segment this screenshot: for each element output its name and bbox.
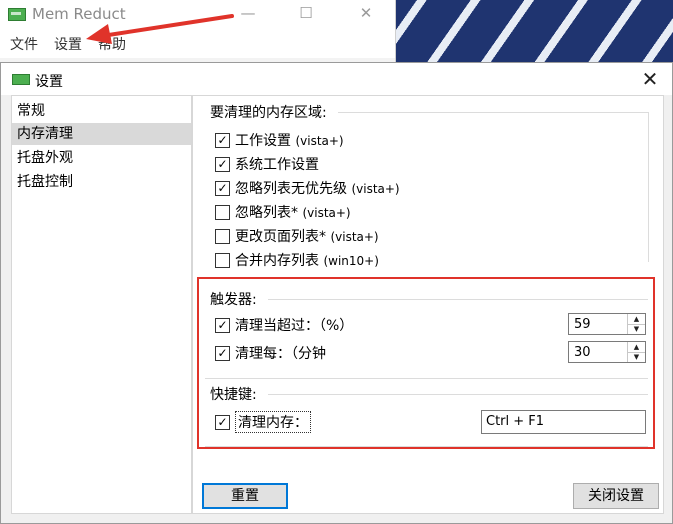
threshold-spinner[interactable]: 59 ▲ ▼: [568, 313, 646, 335]
region-checkbox-working-set[interactable]: ✓ 工作设置 (vista+): [215, 129, 344, 151]
interval-value[interactable]: 30: [574, 345, 591, 360]
region-checkbox-modified-page-list[interactable]: 更改页面列表* (vista+): [215, 225, 379, 247]
threshold-value[interactable]: 59: [574, 317, 591, 332]
spin-down-icon[interactable]: ▼: [628, 352, 645, 362]
nav-item-tray-control[interactable]: 托盘控制: [12, 171, 191, 193]
region-suffix: (win10+): [323, 254, 379, 268]
dialog-title: 设置: [35, 74, 63, 90]
region-label: 忽略列表无优先级: [235, 181, 347, 197]
memory-icon: [12, 74, 30, 85]
settings-content: 要清理的内存区域: ✓ 工作设置 (vista+) ✓ 系统工作设置 ✓ 忽略列…: [192, 95, 664, 514]
nav-item-general[interactable]: 常规: [12, 100, 191, 122]
region-label: 合并内存列表: [235, 253, 319, 269]
dialog-close-icon[interactable]: ✕: [638, 67, 662, 91]
spinner-buttons: ▲ ▼: [627, 314, 645, 334]
settings-nav: 常规 内存清理 托盘外观 托盘控制: [11, 95, 192, 514]
close-button[interactable]: ✕: [356, 4, 376, 22]
hotkeys-bottom-divider: [205, 446, 648, 447]
region-suffix: (vista+): [351, 182, 400, 196]
triggers-bottom-divider: [205, 378, 648, 379]
interval-label: 清理每：（分钟: [235, 346, 326, 362]
checkbox-unchecked-icon[interactable]: [215, 228, 230, 244]
triggers-divider: [268, 299, 648, 300]
maximize-button[interactable]: ☐: [296, 4, 316, 22]
trigger-checkbox-interval[interactable]: ✓ 清理每：（分钟: [215, 342, 326, 364]
hotkey-checkbox-clean[interactable]: ✓ 清理内存：: [215, 411, 311, 433]
interval-spinner[interactable]: 30 ▲ ▼: [568, 341, 646, 363]
region-suffix: (vista+): [295, 134, 344, 148]
checkbox-unchecked-icon[interactable]: [215, 204, 230, 220]
settings-dialog: 设置 ✕ 常规 内存清理 托盘外观 托盘控制 要清理的内存区域: ✓ 工作设置 …: [0, 62, 673, 524]
region-checkbox-combine-memory-lists[interactable]: 合并内存列表 (win10+): [215, 249, 379, 271]
spin-down-icon[interactable]: ▼: [628, 324, 645, 334]
checkbox-checked-icon[interactable]: ✓: [215, 414, 230, 430]
region-suffix: (vista+): [330, 230, 379, 244]
region-checkbox-system-working-set[interactable]: ✓ 系统工作设置: [215, 153, 319, 175]
reset-button[interactable]: 重置: [202, 483, 288, 509]
regions-border: [648, 112, 649, 262]
memory-icon: [8, 8, 26, 21]
annotation-arrow-icon: [86, 14, 234, 44]
region-label: 忽略列表*: [235, 205, 298, 221]
threshold-label: 清理当超过：（%）: [235, 318, 354, 334]
checkbox-checked-icon[interactable]: ✓: [215, 345, 230, 361]
triggers-title: 触发器:: [210, 292, 257, 308]
hotkey-input[interactable]: Ctrl + F1: [481, 410, 646, 434]
checkbox-checked-icon[interactable]: ✓: [215, 317, 230, 333]
region-checkbox-standby-list[interactable]: 忽略列表* (vista+): [215, 201, 351, 223]
close-settings-button[interactable]: 关闭设置: [573, 483, 659, 509]
region-checkbox-standby-no-priority[interactable]: ✓ 忽略列表无优先级 (vista+): [215, 177, 400, 199]
nav-item-tray-appearance[interactable]: 托盘外观: [12, 147, 191, 169]
checkbox-checked-icon[interactable]: ✓: [215, 180, 230, 196]
desktop-background: [395, 0, 673, 62]
regions-divider: [338, 112, 648, 113]
region-label: 系统工作设置: [235, 157, 319, 173]
menu-settings[interactable]: 设置: [54, 34, 82, 54]
checkbox-checked-icon[interactable]: ✓: [215, 156, 230, 172]
nav-item-memory-clean[interactable]: 内存清理: [12, 123, 191, 145]
hotkeys-title: 快捷键:: [210, 387, 257, 403]
spinner-buttons: ▲ ▼: [627, 342, 645, 362]
checkbox-checked-icon[interactable]: ✓: [215, 132, 230, 148]
menu-file[interactable]: 文件: [10, 34, 38, 54]
regions-title: 要清理的内存区域:: [210, 105, 327, 121]
region-label: 更改页面列表*: [235, 229, 326, 245]
hotkeys-divider: [268, 394, 648, 395]
region-suffix: (vista+): [302, 206, 351, 220]
dialog-titlebar: 设置 ✕: [1, 63, 672, 95]
region-label: 工作设置: [235, 133, 291, 149]
checkbox-unchecked-icon[interactable]: [215, 252, 230, 268]
trigger-checkbox-threshold[interactable]: ✓ 清理当超过：（%）: [215, 314, 353, 336]
hotkey-clean-label: 清理内存：: [235, 411, 311, 433]
